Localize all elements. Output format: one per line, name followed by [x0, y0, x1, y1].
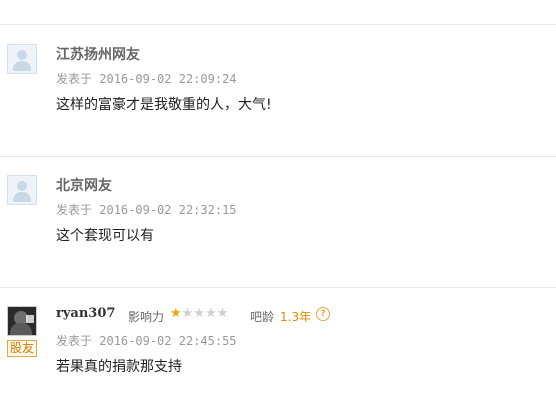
comment-author[interactable]: ryan307 [56, 306, 115, 321]
comment-author[interactable]: 北京网友 [56, 175, 112, 195]
star-icon: ★ [216, 306, 229, 321]
question-circle-icon[interactable]: ? [316, 307, 330, 321]
separator [0, 287, 556, 288]
star-icon: ★ [193, 306, 205, 321]
comment-timestamp: 发表于 2016-09-02 22:45:55 [56, 332, 237, 349]
default-avatar-icon[interactable] [7, 44, 37, 74]
stock-friend-badge[interactable]: 股友 [7, 340, 38, 357]
time-label: 发表于 [56, 203, 93, 217]
bar-age-label: 吧龄 [250, 310, 275, 324]
comment-item: 江苏扬州网友 发表于 2016-09-02 22:09:24 这样的富豪才是我敬… [0, 44, 556, 144]
comment-text: 这个套现可以有 [56, 228, 154, 244]
comment-item: 股友 ryan307 影响力 ★★★★★ 吧龄 1.3年 ? 发表于 2016-… [0, 306, 556, 406]
separator-top [0, 24, 556, 25]
default-avatar-icon[interactable] [7, 175, 37, 205]
comment-item: 北京网友 发表于 2016-09-02 22:32:15 这个套现可以有 [0, 175, 556, 275]
star-icon: ★ [170, 306, 182, 321]
comment-text: 若果真的捐款那支持 [56, 359, 182, 375]
comment-author[interactable]: 江苏扬州网友 [56, 44, 140, 64]
time-label: 发表于 [56, 72, 93, 86]
user-photo-avatar[interactable] [7, 306, 37, 336]
time-value: 2016-09-02 22:32:15 [99, 203, 237, 217]
comment-timestamp: 发表于 2016-09-02 22:09:24 [56, 70, 237, 87]
influence-label: 影响力 [128, 310, 165, 324]
comment-text: 这样的富豪才是我敬重的人，大气! [56, 97, 272, 113]
separator [0, 156, 556, 157]
influence-stars: ★★★★★ [170, 306, 228, 321]
star-icon: ★ [181, 306, 194, 321]
star-icon: ★ [204, 306, 217, 321]
bar-age-value: 1.3年 [280, 310, 312, 324]
time-value: 2016-09-02 22:09:24 [99, 72, 237, 86]
comment-timestamp: 发表于 2016-09-02 22:32:15 [56, 201, 237, 218]
time-value: 2016-09-02 22:45:55 [99, 334, 237, 348]
time-label: 发表于 [56, 334, 93, 348]
